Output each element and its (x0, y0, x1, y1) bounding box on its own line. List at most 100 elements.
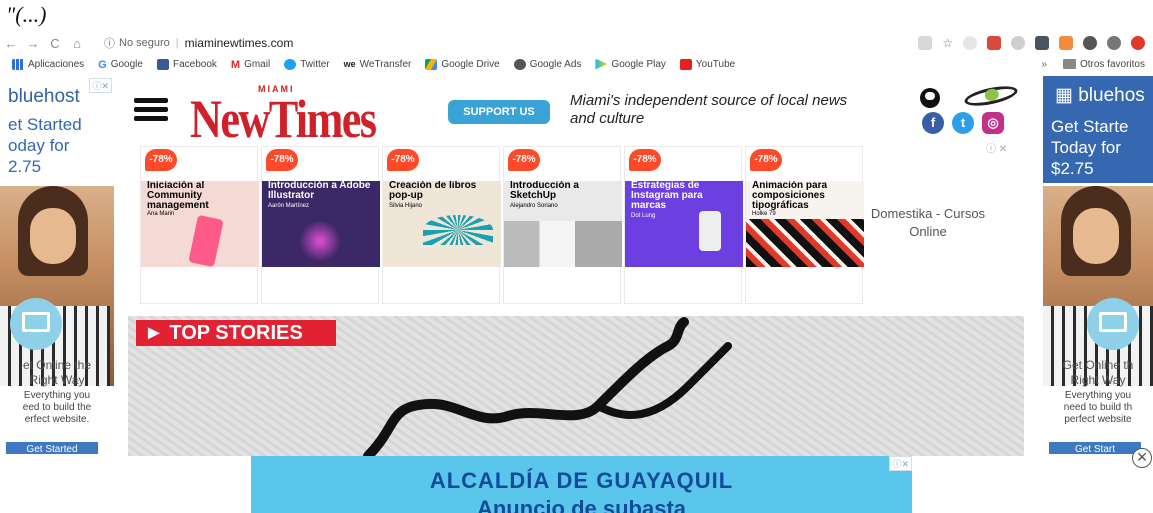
bookmark-label: WeTransfer (359, 58, 412, 70)
typography-graphic (746, 219, 864, 267)
ad-headline-line: Get Starte (1051, 117, 1129, 136)
course-thumbnail: Animación para composiciones tipográfica… (746, 181, 864, 267)
translate-icon[interactable] (918, 36, 933, 50)
course-author: Ana Marin (147, 211, 175, 217)
support-us-button[interactable]: SUPPORT US (448, 100, 550, 124)
course-thumbnail: Estrategias de Instagram para marcas Dot… (625, 181, 743, 267)
ad-text-line: Right Way (29, 373, 85, 387)
reload-icon[interactable]: C (44, 36, 66, 51)
close-ad-icon[interactable]: ✕ (1132, 448, 1152, 468)
twitter-icon (284, 58, 297, 70)
left-side-ad[interactable]: ⓘ✕ bluehost et Started oday for 2.75 et … (0, 76, 114, 454)
popup-book-graphic (423, 215, 493, 245)
url-text[interactable]: miaminewtimes.com (185, 36, 294, 50)
adchoices-icon[interactable]: ⓘ✕ (89, 78, 112, 93)
bottom-banner-ad[interactable]: ⓘ✕ ALCALDÍA DE GUAYAQUIL Anuncio de suba… (251, 456, 912, 513)
opera-icon[interactable] (1131, 36, 1145, 50)
extension-orange-icon[interactable] (1059, 36, 1073, 50)
ad-text-line: Right Way (1070, 373, 1126, 387)
ad-headline-line: Today for (1051, 138, 1121, 157)
bookmark-gmail[interactable]: M Gmail (231, 59, 270, 71)
adchoices-icon[interactable]: ⓘ ✕ (986, 140, 1007, 155)
extension-dark-icon[interactable] (1035, 36, 1049, 50)
browser-screenshot: "(...) ← → C ⌂ ⓘ No seguro | miaminewtim… (0, 0, 1153, 513)
top-stories-label[interactable]: ► TOP STORIES (136, 320, 336, 346)
course-card[interactable]: -78% Iniciación al Community management … (140, 146, 259, 304)
info-icon[interactable]: ⓘ (104, 35, 115, 51)
discount-badge: -78% (387, 149, 419, 171)
extension-circle-icon[interactable] (963, 36, 977, 50)
instagram-icon[interactable]: ◎ (982, 112, 1004, 134)
back-icon[interactable]: ← (0, 36, 22, 51)
course-title: Introducción a Adobe Illustrator (268, 181, 371, 201)
course-card[interactable]: -78% Introducción a SketchUp Alejandro S… (503, 146, 622, 304)
folder-icon (1062, 59, 1076, 69)
ad-cta-button[interactable]: Get Started (6, 442, 98, 454)
domestika-label[interactable]: Domestika - Cursos Online (866, 205, 990, 241)
ad-headline-line: oday for (8, 136, 70, 155)
home-icon[interactable]: ⌂ (66, 36, 88, 51)
monitor-icon (1087, 298, 1139, 350)
discount-badge: -78% (629, 149, 661, 171)
bookmark-google-drive[interactable]: Google Drive (425, 58, 500, 70)
puzzle-icon[interactable] (1083, 36, 1097, 50)
course-title: Creación de libros pop-up (389, 181, 477, 201)
bookmark-google-ads[interactable]: Google Ads (513, 58, 582, 70)
ad-photo (1043, 186, 1153, 386)
ad-text-line: Everything you (23, 390, 91, 401)
site-logo[interactable]: MIAMI NewTimes (188, 82, 428, 149)
bookmark-apps[interactable]: Aplicaciones (12, 58, 84, 70)
course-author: Dot Lung (631, 213, 656, 219)
discount-badge: -78% (750, 149, 782, 171)
course-title: Introducción a SketchUp (510, 181, 579, 201)
cannabis-logo-icon[interactable] (962, 82, 1020, 110)
speed-icon[interactable] (1011, 36, 1025, 50)
forward-icon[interactable]: → (22, 36, 44, 51)
course-thumbnail: Introducción a SketchUp Alejandro Sorian… (504, 181, 622, 267)
twitter-icon[interactable]: t (952, 112, 974, 134)
course-card[interactable]: -78% Creación de libros pop-up Silvia Hi… (382, 146, 501, 304)
course-card[interactable]: -78% Estrategias de Instagram para marca… (624, 146, 743, 304)
top-stories-section[interactable]: ► TOP STORIES (128, 316, 1024, 456)
bookmark-google[interactable]: G Google (98, 59, 143, 71)
right-side-ad[interactable]: ▦ bluehos Get Starte Today for $2.75 Get… (1043, 76, 1153, 454)
bookmark-facebook[interactable]: Facebook (156, 58, 217, 70)
bookmark-label: Google Drive (441, 58, 500, 70)
course-ad-strip: -78% Iniciación al Community management … (140, 146, 866, 304)
bookmark-label: Google Play (611, 58, 666, 70)
course-author: Holke 79 (752, 211, 776, 217)
bookmark-label: YouTube (695, 58, 736, 70)
bookmark-youtube[interactable]: YouTube (679, 58, 736, 70)
other-favorites-link[interactable]: Otros favoritos (1080, 59, 1145, 70)
grid-icon: ▦ (1055, 85, 1079, 106)
profile-icon[interactable] (1107, 36, 1121, 50)
course-author: Silvia Hijano (389, 203, 423, 209)
bookmark-twitter[interactable]: Twitter (284, 58, 330, 70)
bookmark-google-play[interactable]: Google Play (595, 58, 666, 70)
extension-red-icon[interactable] (987, 36, 1001, 50)
discount-badge: -78% (145, 149, 177, 171)
more-bookmarks-button[interactable]: » (1041, 59, 1047, 70)
monitor-icon (10, 298, 62, 350)
ads-icon (513, 58, 526, 70)
star-icon[interactable]: ☆ (942, 36, 953, 50)
facebook-icon[interactable]: f (922, 112, 944, 134)
ad-get-online: Get Online th Right Way (1043, 358, 1153, 388)
ad-cta-button[interactable]: Get Start (1049, 442, 1141, 454)
course-title: Estrategias de Instagram para marcas (631, 181, 703, 211)
user-icon[interactable] (920, 88, 940, 108)
social-links: f t ◎ (922, 112, 1004, 134)
course-title: Animación para composiciones tipográfica… (752, 181, 828, 211)
ad-everything: Everything you eed to build the erfect w… (0, 390, 114, 426)
omnibox[interactable]: ⓘ No seguro | miaminewtimes.com (96, 33, 856, 53)
course-card[interactable]: -78% Animación para composiciones tipogr… (745, 146, 864, 304)
ad-text-line: Everything you (1064, 390, 1132, 401)
ad-everything: Everything you need to build th perfect … (1043, 390, 1153, 426)
ad-photo (0, 186, 114, 386)
course-card[interactable]: -78% Introducción a Adobe Illustrator Aa… (261, 146, 380, 304)
bottom-ad-line2: Anuncio de subasta (476, 496, 687, 513)
ad-text-line: eed to build the (22, 402, 92, 413)
menu-icon[interactable] (134, 98, 168, 122)
bookmark-label: Google Ads (529, 58, 582, 70)
bookmark-wetransfer[interactable]: we WeTransfer (344, 59, 412, 70)
